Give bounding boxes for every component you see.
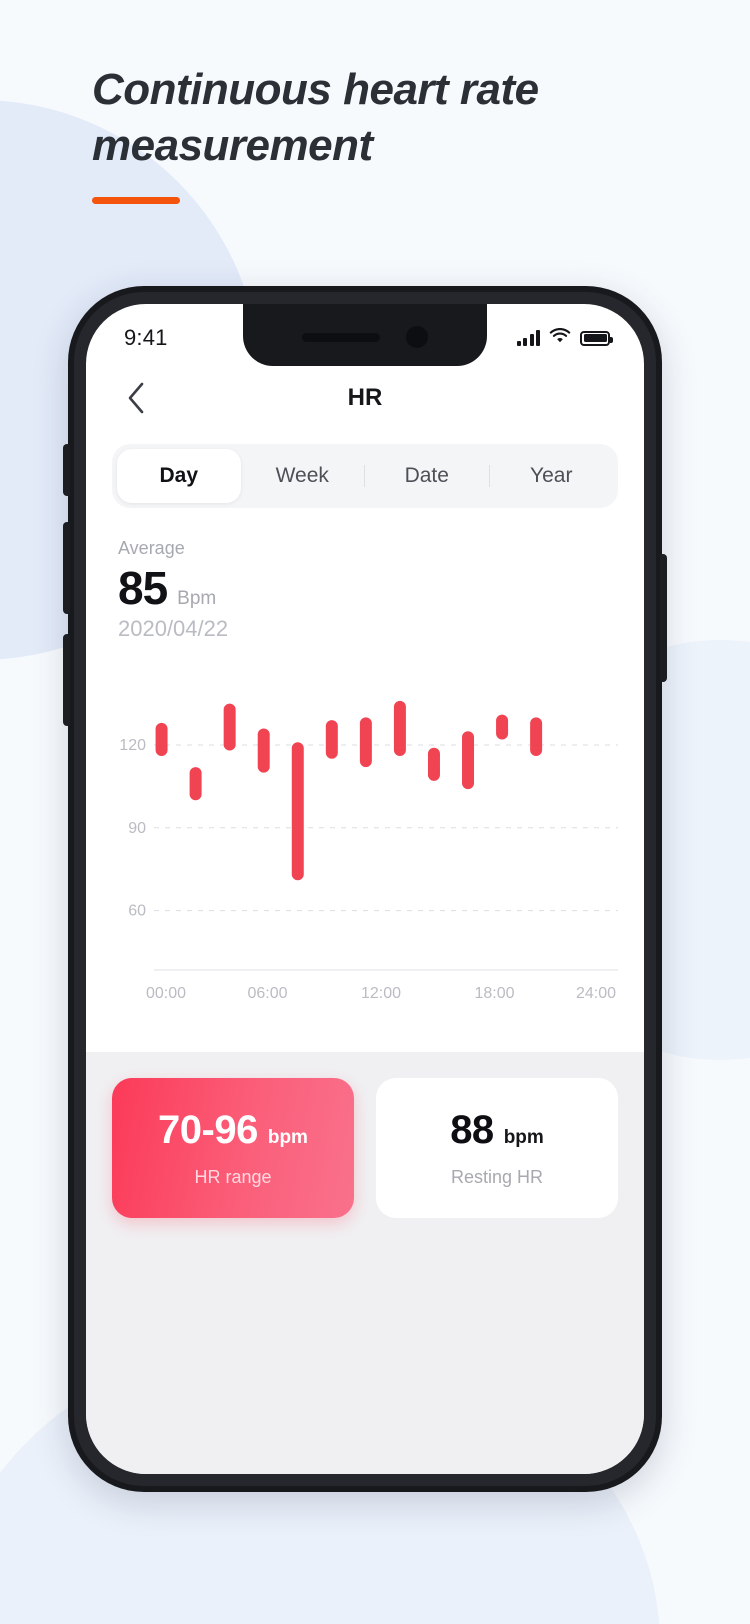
average-label: Average bbox=[118, 538, 185, 558]
page-header-title: HR bbox=[347, 384, 383, 411]
phone-screen: 9:41 HR Day Week Date Year Average 85 Bp… bbox=[86, 304, 644, 1474]
chart-bar bbox=[393, 700, 406, 757]
svg-text:90: 90 bbox=[128, 820, 146, 837]
resting-hr-unit: bpm bbox=[503, 1127, 544, 1148]
hr-range-card[interactable]: 70-96 bpm HR range bbox=[112, 1078, 354, 1218]
phone-mockup: 9:41 HR Day Week Date Year Average 85 Bp… bbox=[63, 286, 667, 1492]
headline-block: Continuous heart rate measurement bbox=[92, 62, 662, 204]
average-value: 85 bbox=[118, 562, 168, 614]
chart-x-axis-labels: 00:00 06:00 12:00 18:00 24:00 bbox=[146, 985, 616, 1002]
tab-date-label: Date bbox=[404, 464, 449, 487]
page-title: Continuous heart rate measurement bbox=[92, 65, 539, 171]
chart-bar bbox=[257, 728, 270, 773]
chart-gridlines bbox=[154, 744, 618, 912]
nav-bar: HR bbox=[86, 366, 644, 430]
front-camera-icon bbox=[406, 326, 428, 348]
status-bar-time: 9:41 bbox=[124, 325, 168, 350]
chart-bar bbox=[189, 767, 202, 801]
chart-y-axis-labels: 120 90 60 bbox=[119, 737, 146, 920]
accent-underline bbox=[92, 196, 180, 204]
svg-text:18:00: 18:00 bbox=[474, 985, 514, 1002]
resting-hr-caption: Resting HR bbox=[450, 1167, 544, 1187]
chart-bar bbox=[496, 714, 509, 740]
chart-bar bbox=[530, 717, 543, 757]
battery-icon bbox=[580, 330, 613, 346]
tab-week[interactable]: Week bbox=[241, 449, 365, 503]
hr-range-unit: bpm bbox=[267, 1127, 308, 1148]
svg-text:00:00: 00:00 bbox=[146, 985, 186, 1002]
metrics-cards: 70-96 bpm HR range 88 bpm Resting HR bbox=[86, 1052, 644, 1474]
earpiece-speaker-icon bbox=[302, 332, 380, 342]
tab-day[interactable]: Day bbox=[117, 449, 241, 503]
chart-bar bbox=[155, 722, 168, 757]
tab-date[interactable]: Date bbox=[365, 449, 489, 503]
chart-bar bbox=[291, 742, 304, 881]
svg-text:12:00: 12:00 bbox=[361, 985, 401, 1002]
svg-text:24:00: 24:00 bbox=[576, 985, 616, 1002]
average-value-row: 85 Bpm bbox=[118, 561, 612, 615]
chart-bar bbox=[462, 731, 475, 790]
wifi-icon bbox=[549, 327, 571, 349]
tab-week-label: Week bbox=[275, 464, 329, 487]
average-summary: Average 85 Bpm 2020/04/22 bbox=[86, 508, 644, 642]
chart-bar bbox=[325, 720, 338, 759]
svg-text:06:00: 06:00 bbox=[247, 985, 287, 1002]
tab-year-label: Year bbox=[530, 464, 573, 487]
tab-year[interactable]: Year bbox=[490, 449, 614, 503]
summary-date: 2020/04/22 bbox=[118, 616, 229, 641]
svg-text:120: 120 bbox=[119, 737, 146, 754]
heart-rate-chart[interactable]: 120 90 60 00:00 06:00 12:00 18:00 24:00 bbox=[112, 670, 618, 1038]
phone-mute-switch[interactable] bbox=[63, 444, 70, 496]
phone-volume-down-button[interactable] bbox=[63, 634, 70, 726]
hr-range-caption: HR range bbox=[194, 1167, 272, 1187]
resting-hr-value-row: 88 bpm bbox=[450, 1108, 544, 1153]
svg-text:60: 60 bbox=[128, 903, 146, 920]
heart-rate-chart-svg: 120 90 60 00:00 06:00 12:00 18:00 24:00 bbox=[119, 700, 618, 1002]
resting-hr-value: 88 bbox=[450, 1108, 494, 1152]
phone-notch bbox=[243, 304, 487, 366]
period-tabs: Day Week Date Year bbox=[112, 444, 618, 508]
chart-bar bbox=[427, 747, 440, 781]
phone-volume-up-button[interactable] bbox=[63, 522, 70, 614]
hr-range-value: 70-96 bbox=[158, 1108, 258, 1152]
chart-bars bbox=[155, 700, 543, 881]
tab-day-label: Day bbox=[159, 464, 199, 487]
back-button[interactable] bbox=[116, 378, 156, 418]
average-unit: Bpm bbox=[177, 588, 217, 609]
chart-bar bbox=[359, 717, 372, 768]
resting-hr-card[interactable]: 88 bpm Resting HR bbox=[376, 1078, 618, 1218]
cellular-signal-icon bbox=[516, 330, 540, 346]
status-bar-icons bbox=[516, 327, 613, 349]
hr-range-value-row: 70-96 bpm bbox=[158, 1108, 308, 1153]
chevron-left-icon bbox=[126, 381, 146, 415]
chart-bar bbox=[223, 703, 236, 751]
phone-power-button[interactable] bbox=[660, 554, 667, 682]
